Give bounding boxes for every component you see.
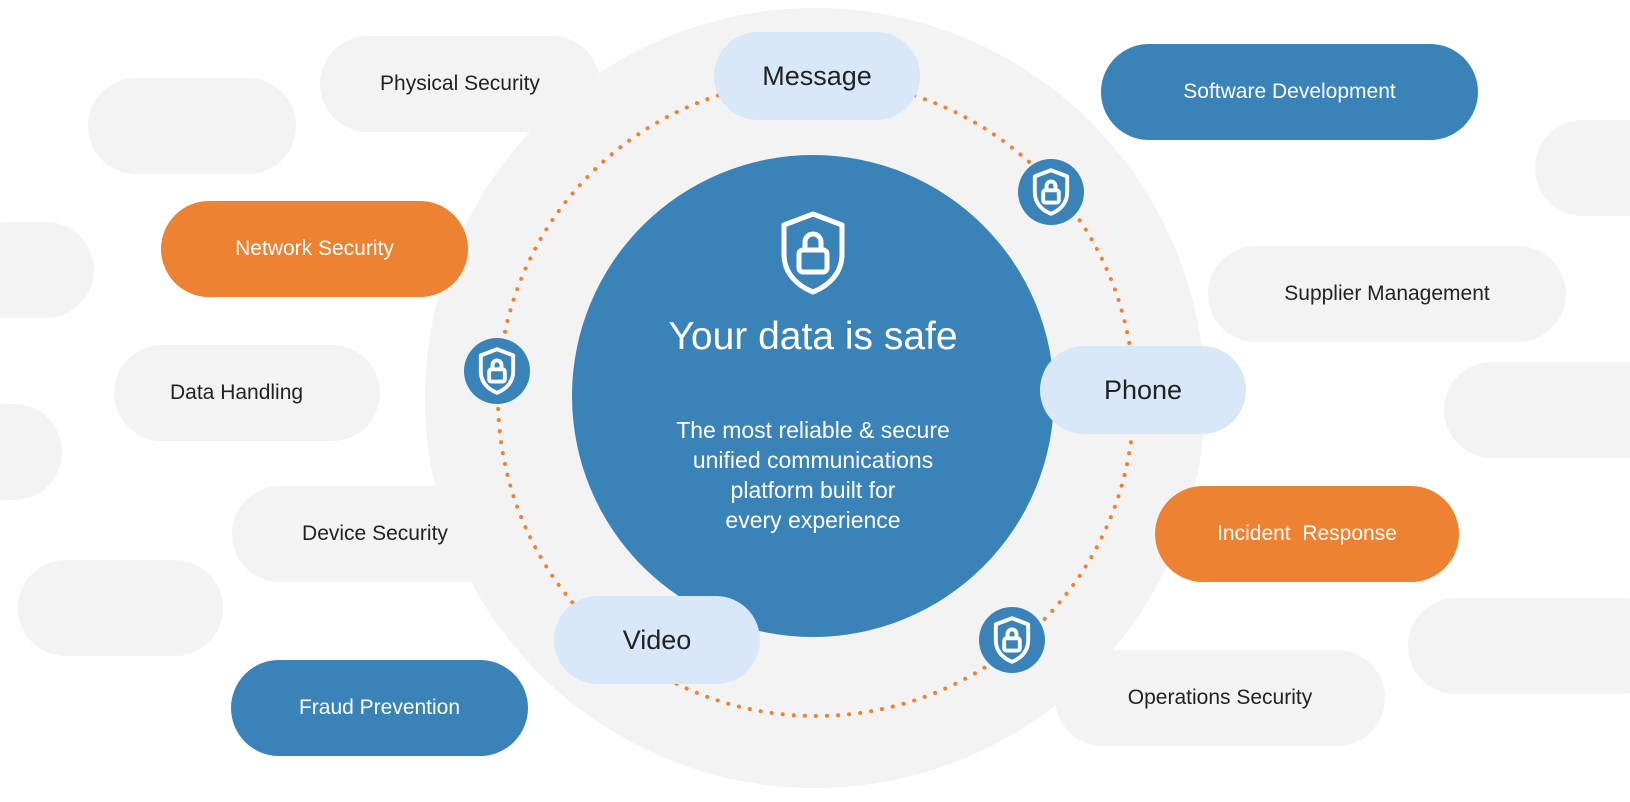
center-title: Your data is safe	[668, 315, 958, 358]
node-message[interactable]: Message	[714, 32, 920, 120]
subtitle-line: The most reliable & secure	[676, 417, 950, 443]
node-phone[interactable]: Phone	[1040, 346, 1246, 434]
center-subtitle: The most reliable & secure unified commu…	[612, 415, 1014, 535]
shield-lock-icon	[478, 347, 516, 395]
shield-lock-icon	[1032, 168, 1070, 216]
node-label: Phone	[1103, 374, 1183, 405]
lock-badge	[1018, 159, 1084, 225]
node-label: Message	[762, 60, 872, 91]
subtitle-line: every experience	[725, 507, 901, 533]
lock-badge	[464, 338, 530, 404]
shield-lock-icon	[993, 616, 1031, 664]
subtitle-line: platform built for	[730, 477, 896, 503]
shield-lock-icon	[781, 211, 845, 295]
subtitle-line: unified communications	[692, 447, 934, 473]
lock-badge	[979, 607, 1045, 673]
node-video[interactable]: Video	[554, 596, 760, 684]
node-label: Video	[622, 624, 692, 655]
